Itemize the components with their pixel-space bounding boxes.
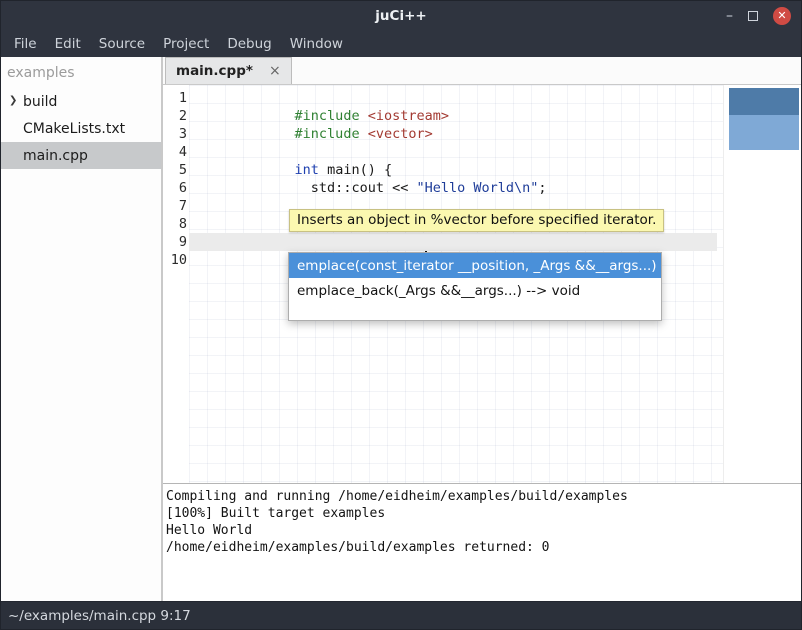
menu-item-file[interactable]: File [5,32,46,56]
line-number: 7 [163,197,187,215]
minimap-slider[interactable] [729,88,799,150]
tree-item-build[interactable]: ❯ build [1,88,161,115]
tree-item-label: build [23,94,57,110]
line-number: 9 [163,233,187,251]
editor-column: main.cpp* × 1 2 3 4 5 6 7 8 9 10 [163,57,801,601]
window-title: juCi++ [375,8,426,24]
code-editor[interactable]: 1 2 3 4 5 6 7 8 9 10 #include <iostream> [163,85,801,483]
maximize-button[interactable] [748,11,758,21]
close-icon: ✕ [777,9,786,22]
status-file-position: ~/examples/main.cpp 9:17 [8,608,191,624]
line-number: 6 [163,179,187,197]
titlebar: juCi++ – ✕ [1,1,801,30]
code-token: #include [295,108,368,124]
build-output[interactable]: Compiling and running /home/eidheim/exam… [163,483,801,601]
tree-item-label: main.cpp [23,148,88,164]
code-token: std::cout << [295,180,417,196]
project-tree: examples ❯ build CMakeLists.txt main.cpp [1,57,161,601]
tree-item-cmakelists[interactable]: CMakeLists.txt [1,115,161,142]
output-line: [100%] Built target examples [166,505,801,522]
output-line: Compiling and running /home/eidheim/exam… [166,488,801,505]
code-token: #include [295,126,368,142]
tab-main-cpp[interactable]: main.cpp* × [165,57,292,84]
line-number: 1 [163,89,187,107]
code-token: <vector> [368,126,433,142]
menu-item-source[interactable]: Source [90,32,154,56]
tree-item-label: CMakeLists.txt [23,121,125,137]
app-window: juCi++ – ✕ File Edit Source Project Debu… [0,0,802,630]
line-number-gutter: 1 2 3 4 5 6 7 8 9 10 [163,85,189,483]
completion-item[interactable]: emplace_back(_Args &&__args...) --> void [289,278,661,303]
output-line: Hello World [166,522,801,539]
statusbar: ~/examples/main.cpp 9:17 [1,601,801,629]
menu-item-window[interactable]: Window [281,32,352,56]
menu-item-debug[interactable]: Debug [218,32,280,56]
line-number: 8 [163,215,187,233]
completion-item-selected[interactable]: emplace(const_iterator __position, _Args… [289,253,661,278]
menubar: File Edit Source Project Debug Window [1,30,801,57]
project-tree-header: examples [1,60,161,88]
tab-label: main.cpp* [176,63,253,79]
main-area: examples ❯ build CMakeLists.txt main.cpp… [1,57,801,601]
minimize-button[interactable]: – [726,11,733,21]
output-line: /home/eidheim/examples/build/examples re… [166,539,801,556]
tree-item-main-cpp[interactable]: main.cpp [1,142,161,169]
tab-close-icon[interactable]: × [269,63,281,79]
code-token: int [295,162,319,178]
line-number: 3 [163,125,187,143]
code-line[interactable]: #include <iostream> [197,89,723,107]
tabbar: main.cpp* × [163,57,801,85]
menu-item-edit[interactable]: Edit [46,32,90,56]
line-number: 5 [163,161,187,179]
line-number: 2 [163,107,187,125]
code-token: "Hello World\n" [416,180,538,196]
code-token: ; [538,180,546,196]
code-token: <iostream> [368,108,449,124]
window-controls: – ✕ [726,1,791,30]
code-token: main() { [319,162,392,178]
menu-item-project[interactable]: Project [154,32,218,56]
minimap-slider-shade [729,88,799,115]
minimap[interactable] [723,85,801,483]
line-number: 4 [163,143,187,161]
line-number: 10 [163,251,187,269]
close-button[interactable]: ✕ [773,7,791,25]
completion-popup: emplace(const_iterator __position, _Args… [288,252,662,321]
doc-tooltip: Inserts an object in %vector before spec… [289,209,664,232]
chevron-right-icon[interactable]: ❯ [9,95,17,106]
